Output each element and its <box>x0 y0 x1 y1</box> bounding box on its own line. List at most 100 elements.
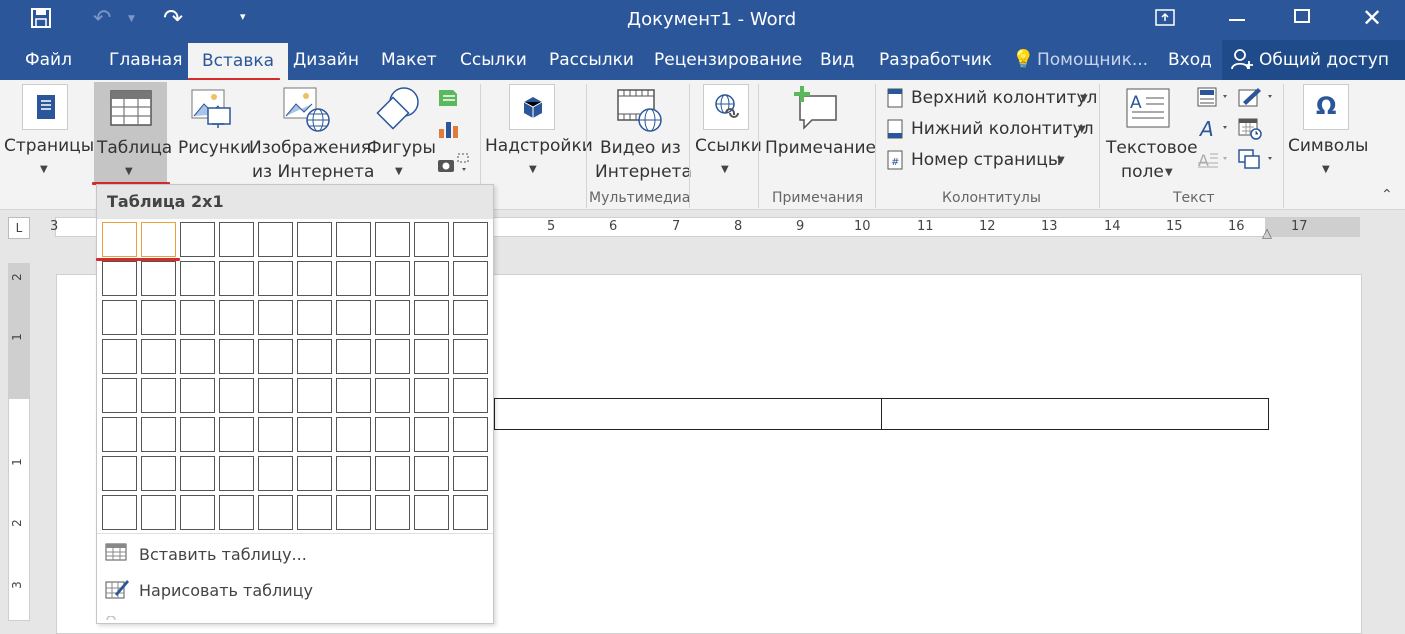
textbox-dropdown-icon[interactable]: ▼ <box>1165 167 1173 178</box>
table-grid-cell[interactable] <box>297 456 332 491</box>
table-grid-cell[interactable] <box>102 495 137 530</box>
table-grid-cell[interactable] <box>375 495 410 530</box>
table-dropdown-icon[interactable]: ▼ <box>125 166 133 177</box>
document-table[interactable] <box>494 398 1269 430</box>
table-grid-cell[interactable] <box>102 339 137 374</box>
undo-icon[interactable]: ↶ <box>93 6 111 31</box>
table-grid-cell[interactable] <box>375 222 410 257</box>
footer-dropdown-icon[interactable]: ▼ <box>1078 124 1086 135</box>
symbols-dropdown-icon[interactable]: ▼ <box>1322 164 1330 175</box>
table-grid-cell[interactable] <box>414 417 449 452</box>
tab-view[interactable]: Вид <box>820 40 854 80</box>
table-grid-cell[interactable] <box>453 300 488 335</box>
pictures-button[interactable]: Рисунки <box>178 138 251 158</box>
table-grid-cell[interactable] <box>297 261 332 296</box>
pages-button[interactable]: Страницы <box>4 136 94 156</box>
table-grid-cell[interactable] <box>219 222 254 257</box>
table-grid-cell[interactable] <box>258 378 293 413</box>
undo-dropdown-icon[interactable]: ▼ <box>128 14 135 24</box>
table-grid-cell[interactable] <box>141 222 176 257</box>
pages-dropdown-icon[interactable]: ▼ <box>40 164 48 175</box>
links-button[interactable]: Ссылки <box>695 136 762 156</box>
table-grid-cell[interactable] <box>102 261 137 296</box>
tab-developer[interactable]: Разработчик <box>879 40 992 80</box>
tab-design[interactable]: Дизайн <box>293 40 359 80</box>
table-grid-cell[interactable] <box>297 495 332 530</box>
table-grid-cell[interactable] <box>336 378 371 413</box>
table-grid-cell[interactable] <box>180 378 215 413</box>
table-grid-cell[interactable] <box>414 378 449 413</box>
table-grid-cell[interactable] <box>453 261 488 296</box>
table-grid-cell[interactable] <box>180 339 215 374</box>
table-grid-cell[interactable] <box>375 417 410 452</box>
table-grid-cell[interactable] <box>219 495 254 530</box>
table-cell[interactable] <box>882 399 1268 429</box>
table-grid-cell[interactable] <box>180 417 215 452</box>
table-grid-cell[interactable] <box>258 261 293 296</box>
table-grid-cell[interactable] <box>180 495 215 530</box>
chart-icon[interactable] <box>438 117 460 143</box>
table-grid-cell[interactable] <box>102 417 137 452</box>
symbols-button[interactable]: Символы <box>1288 136 1368 156</box>
table-grid-cell[interactable] <box>414 495 449 530</box>
tab-mailings[interactable]: Рассылки <box>549 40 634 80</box>
links-dropdown-icon[interactable]: ▼ <box>721 164 729 175</box>
table-grid-cell[interactable] <box>375 300 410 335</box>
table-grid-cell[interactable] <box>219 300 254 335</box>
table-grid-cell[interactable] <box>336 261 371 296</box>
ribbon-display-icon[interactable] <box>1155 8 1175 32</box>
table-grid-cell[interactable] <box>102 378 137 413</box>
table-grid-cell[interactable] <box>297 300 332 335</box>
page-number-button[interactable]: Номер страницы <box>911 150 1061 170</box>
table-grid-cell[interactable] <box>141 261 176 296</box>
table-grid-cell[interactable] <box>180 456 215 491</box>
signature-line-icon[interactable] <box>1238 86 1276 112</box>
table-grid-cell[interactable] <box>414 300 449 335</box>
draw-table-menu-item[interactable]: Нарисовать таблицу <box>139 581 313 600</box>
footer-button[interactable]: Нижний колонтитул <box>911 119 1094 139</box>
drop-cap-icon[interactable]: A <box>1196 148 1232 174</box>
table-grid-cell[interactable] <box>297 378 332 413</box>
table-grid-cell[interactable] <box>336 456 371 491</box>
table-grid-cell[interactable] <box>336 300 371 335</box>
table-grid-cell[interactable] <box>102 456 137 491</box>
table-grid-cell[interactable] <box>453 456 488 491</box>
minimize-icon[interactable] <box>1229 19 1245 21</box>
table-grid-cell[interactable] <box>375 456 410 491</box>
tab-layout[interactable]: Макет <box>381 40 437 80</box>
table-grid-cell[interactable] <box>141 417 176 452</box>
quick-parts-icon[interactable] <box>1197 86 1231 112</box>
tab-review[interactable]: Рецензирование <box>654 40 802 80</box>
table-grid-cell[interactable] <box>258 495 293 530</box>
table-grid-cell[interactable] <box>258 300 293 335</box>
table-grid-cell[interactable] <box>219 417 254 452</box>
addins-button[interactable]: Надстройки <box>485 136 593 156</box>
table-grid-cell[interactable] <box>102 222 137 257</box>
smartart-icon[interactable] <box>437 88 461 112</box>
table-grid-cell[interactable] <box>297 417 332 452</box>
table-grid-cell[interactable] <box>258 456 293 491</box>
table-grid-cell[interactable] <box>336 222 371 257</box>
table-grid-cell[interactable] <box>297 339 332 374</box>
table-grid-cell[interactable] <box>141 495 176 530</box>
online-images-button[interactable]: Изображения <box>249 138 371 158</box>
table-grid-cell[interactable] <box>453 378 488 413</box>
table-grid-cell[interactable] <box>453 222 488 257</box>
table-grid-cell[interactable] <box>414 456 449 491</box>
table-grid-cell[interactable] <box>258 339 293 374</box>
shapes-dropdown-icon[interactable]: ▼ <box>395 166 403 177</box>
online-video-button[interactable]: Видео из <box>600 138 681 158</box>
tab-selector-icon[interactable]: L <box>8 217 30 239</box>
table-grid-cell[interactable] <box>375 339 410 374</box>
table-grid-cell[interactable] <box>336 495 371 530</box>
screenshot-icon[interactable] <box>436 152 472 178</box>
table-grid-cell[interactable] <box>180 261 215 296</box>
tab-home[interactable]: Главная <box>109 40 182 80</box>
table-grid-cell[interactable] <box>414 261 449 296</box>
collapse-ribbon-icon[interactable]: ⌃ <box>1381 187 1393 203</box>
comment-button[interactable]: Примечание <box>765 138 876 158</box>
maximize-icon[interactable] <box>1294 9 1310 23</box>
table-grid-cell[interactable] <box>336 339 371 374</box>
page-number-dropdown-icon[interactable]: ▼ <box>1057 155 1065 166</box>
tell-me-assistant[interactable]: Помощник... <box>1037 40 1148 80</box>
